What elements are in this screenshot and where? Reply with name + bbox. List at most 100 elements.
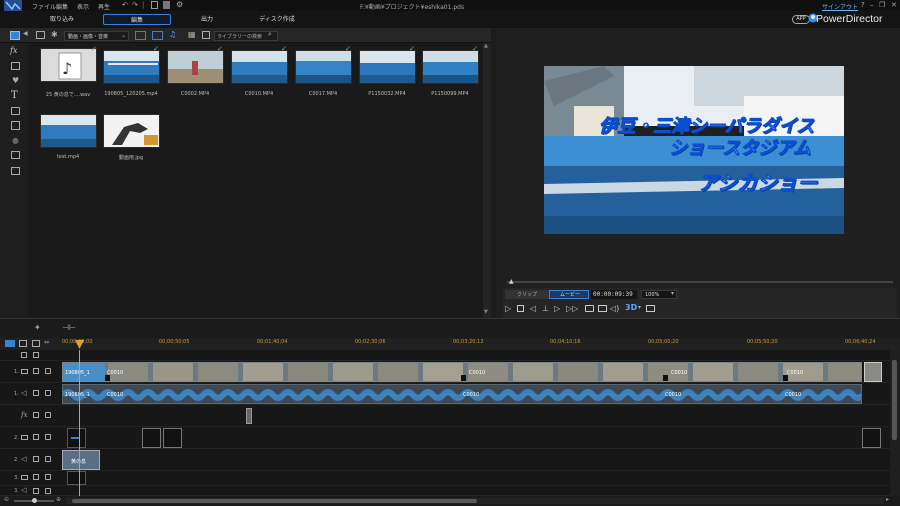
close-button[interactable]: ✕: [891, 1, 897, 9]
music-filter-icon[interactable]: ♫: [169, 30, 176, 39]
volume-icon[interactable]: ◁): [610, 304, 619, 313]
tab-edit[interactable]: 編集: [103, 14, 171, 25]
title-clip[interactable]: [862, 428, 881, 448]
video-clip[interactable]: [864, 362, 882, 382]
chevron-down-icon[interactable]: ▾: [638, 304, 641, 311]
track-checkbox[interactable]: [33, 488, 39, 494]
library-filter-dropdown[interactable]: 動画・画像・音楽 ⌄: [64, 31, 129, 41]
movie-mode-button[interactable]: ムービー: [549, 290, 589, 299]
video-filter-icon[interactable]: [135, 31, 146, 40]
tab-capture[interactable]: 取り込み: [40, 14, 84, 25]
timeline-ruler[interactable]: ⇔ 00;00;00;00 00;00;50;05 00;01;40;04 00…: [0, 338, 900, 350]
track-checkbox[interactable]: [33, 456, 39, 462]
project-icon[interactable]: [151, 1, 158, 9]
library-item[interactable]: [295, 50, 352, 84]
help-button[interactable]: ?: [861, 1, 865, 9]
audio-mixing-room-icon[interactable]: [11, 121, 20, 130]
video-clip[interactable]: 190805_1 C0010 C0010 C0010 C0010: [62, 362, 862, 382]
library-item[interactable]: [359, 50, 416, 84]
step-icon[interactable]: ⊥: [542, 304, 549, 313]
timeline-scrubber[interactable]: [507, 281, 893, 283]
three-d-toggle[interactable]: 3D: [625, 303, 637, 312]
subtitle-room-icon[interactable]: [11, 167, 20, 175]
scrubber-handle[interactable]: ▲: [509, 278, 514, 285]
library-item[interactable]: [231, 50, 288, 84]
lock-icon[interactable]: [45, 390, 51, 396]
library-scrollbar[interactable]: ▲ ▼: [483, 43, 491, 318]
stop-icon[interactable]: [517, 305, 524, 312]
track-checkbox[interactable]: [33, 368, 39, 374]
track-manager-icon[interactable]: [32, 340, 40, 347]
minimize-button[interactable]: –: [870, 1, 874, 9]
chapter-room-icon[interactable]: [11, 151, 20, 159]
collapse-arrow-icon[interactable]: ◀: [23, 30, 28, 37]
track-checkbox[interactable]: [33, 434, 39, 440]
clip-mode-button[interactable]: クリップ: [505, 290, 549, 299]
title-room-icon[interactable]: T: [11, 90, 18, 101]
library-item[interactable]: [40, 114, 97, 148]
zoom-slider-handle[interactable]: [32, 498, 37, 503]
magic-tools-icon[interactable]: ✦: [34, 323, 41, 332]
menu-view[interactable]: 表示: [77, 2, 89, 11]
search-icon[interactable]: ⌕: [268, 30, 272, 39]
transition-marker-icon[interactable]: [105, 375, 110, 381]
track-checkbox[interactable]: [33, 412, 39, 418]
audio-clip[interactable]: 黄の息: [62, 450, 100, 470]
fx-room-icon[interactable]: fx: [10, 46, 17, 55]
particle-room-icon[interactable]: ♥: [12, 76, 19, 85]
title-clip[interactable]: [163, 428, 182, 448]
playhead-line[interactable]: [79, 350, 80, 496]
previous-frame-icon[interactable]: ◁: [530, 304, 536, 313]
track-checkbox[interactable]: [33, 474, 39, 480]
menu-playback[interactable]: 再生: [98, 2, 110, 11]
pip-room-icon[interactable]: [11, 62, 20, 70]
transition-marker-icon[interactable]: [663, 375, 668, 381]
title-clip[interactable]: [67, 428, 86, 448]
fit-timeline-icon[interactable]: ⇔: [44, 339, 49, 346]
menu-file[interactable]: ファイル: [32, 2, 56, 11]
transition-room-icon[interactable]: [11, 107, 20, 115]
save-icon[interactable]: [163, 1, 170, 9]
grid-view-icon[interactable]: ▦: [188, 30, 196, 39]
transition-marker-icon[interactable]: [783, 375, 788, 381]
scroll-up-icon[interactable]: ▲: [484, 43, 488, 49]
library-item[interactable]: [422, 50, 479, 84]
media-room-icon[interactable]: [10, 31, 20, 40]
effect-clip[interactable]: [246, 408, 252, 424]
import-media-icon[interactable]: [36, 31, 45, 39]
track-enable-all-icon[interactable]: [21, 352, 27, 358]
voiceover-room-icon[interactable]: ●: [12, 136, 19, 145]
track-enable-all-check-icon[interactable]: [33, 352, 39, 358]
lock-icon[interactable]: [45, 412, 51, 418]
timeline-vertical-scrollbar[interactable]: [890, 350, 900, 496]
play-icon[interactable]: ▷: [505, 304, 511, 313]
tab-produce[interactable]: 出力: [190, 14, 224, 25]
sign-out-link[interactable]: サインアウト: [822, 2, 858, 11]
timecode-display[interactable]: 00:00:09:39: [591, 290, 637, 299]
split-clip-icon[interactable]: ⊣⊢: [62, 323, 76, 332]
lock-icon[interactable]: [45, 368, 51, 374]
snapshot-camera-icon[interactable]: [585, 305, 594, 312]
library-item[interactable]: [103, 50, 160, 84]
menu-edit[interactable]: 編集: [56, 2, 68, 11]
scroll-thumb[interactable]: [892, 360, 897, 440]
restore-button[interactable]: ❐: [879, 1, 885, 9]
storyboard-view-icon[interactable]: [19, 340, 27, 347]
undo-icon[interactable]: ↶: [122, 1, 128, 9]
title-clip[interactable]: [67, 471, 86, 485]
fast-forward-icon[interactable]: ▷▷: [566, 304, 578, 313]
tab-create-disc[interactable]: ディスク作成: [252, 14, 302, 25]
timeline-view-icon[interactable]: [5, 340, 15, 347]
transition-marker-icon[interactable]: [461, 375, 466, 381]
scroll-down-icon[interactable]: ▼: [484, 309, 488, 315]
library-item[interactable]: [103, 114, 160, 148]
image-filter-icon[interactable]: [152, 31, 163, 40]
timeline-horizontal-scrollbar[interactable]: [66, 498, 884, 504]
plugin-icon[interactable]: ✱: [51, 30, 58, 39]
settings-gear-icon[interactable]: ⚙: [176, 0, 183, 9]
preview-quality-icon[interactable]: [598, 305, 607, 312]
undock-preview-icon[interactable]: [646, 305, 655, 312]
scroll-thumb[interactable]: [72, 499, 477, 503]
zoom-in-icon[interactable]: ⊕: [56, 496, 61, 503]
library-item[interactable]: [167, 50, 224, 84]
